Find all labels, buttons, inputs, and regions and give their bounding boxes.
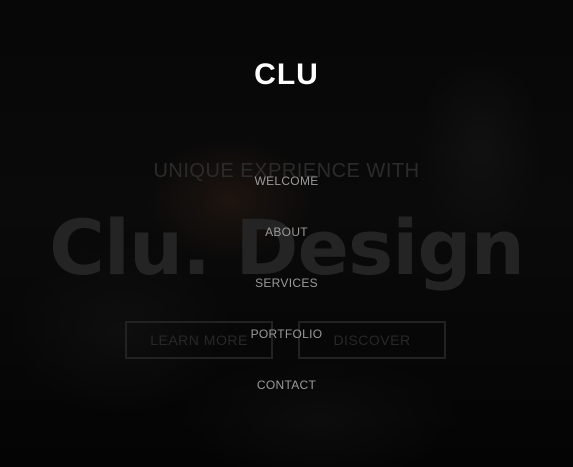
nav-item-services[interactable]: SERVICES xyxy=(0,274,573,325)
nav-item-about[interactable]: ABOUT xyxy=(0,223,573,274)
nav-item-contact[interactable]: CONTACT xyxy=(0,376,573,427)
overlay-nav-menu: WELCOME ABOUT SERVICES PORTFOLIO CONTACT xyxy=(0,172,573,427)
nav-item-welcome[interactable]: WELCOME xyxy=(0,172,573,223)
nav-item-portfolio[interactable]: PORTFOLIO xyxy=(0,325,573,376)
site-logo[interactable]: CLU xyxy=(0,58,573,92)
